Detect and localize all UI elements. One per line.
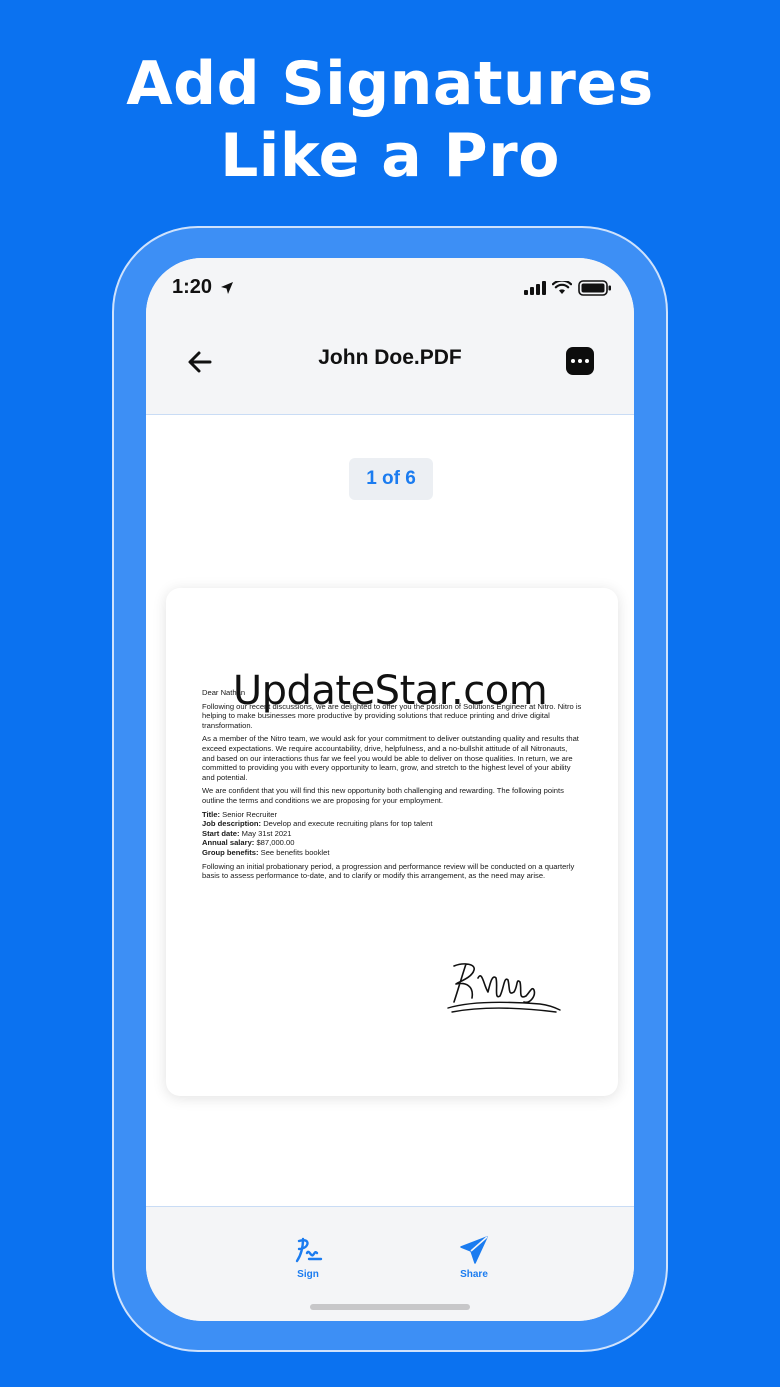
headline: Add Signatures Like a Pro — [0, 48, 780, 192]
headline-line-2: Like a Pro — [220, 121, 560, 191]
term-row: Title: Senior Recruiter — [202, 809, 277, 819]
share-tab-label: Share — [460, 1269, 488, 1280]
battery-icon — [578, 280, 611, 296]
letter-paragraph-2: As a member of the Nitro team, we would … — [202, 734, 579, 782]
share-icon — [460, 1236, 488, 1264]
letter-greeting: Dear Nathan — [202, 688, 246, 697]
letter-paragraph-1: Following our recent discussions, we are… — [202, 701, 582, 730]
letter-content: Dear Nathan Following our recent discuss… — [202, 688, 582, 885]
status-time: 1:20 — [172, 276, 234, 299]
sign-tab-label: Sign — [297, 1269, 319, 1280]
sign-icon — [295, 1237, 323, 1263]
sign-tab[interactable]: Sign — [268, 1235, 348, 1280]
term-row: Start date: May 31st 2021 — [202, 828, 292, 838]
term-row: Group benefits: See benefits booklet — [202, 847, 330, 857]
wifi-icon — [552, 281, 572, 294]
more-button[interactable] — [566, 347, 594, 375]
share-tab[interactable]: Share — [434, 1235, 514, 1280]
letter-paragraph-3: We are confident that you will find this… — [202, 786, 564, 805]
letter-terms: Title: Senior Recruiter Job description:… — [202, 810, 582, 858]
phone-screen: 1:20 John Doe.PDF 1 of 6 Dear Nathan Fol… — [146, 258, 634, 1321]
status-icons — [524, 280, 612, 296]
headline-line-1: Add Signatures — [126, 49, 654, 119]
page-indicator: 1 of 6 — [349, 458, 433, 500]
term-row: Job description: Develop and execute rec… — [202, 819, 433, 829]
location-arrow-icon — [221, 281, 234, 294]
letter-paragraph-4: Following an initial probationary period… — [202, 861, 575, 881]
document-page[interactable]: Dear Nathan Following our recent discuss… — [166, 588, 618, 1096]
document-title: John Doe.PDF — [318, 346, 462, 369]
home-indicator — [310, 1304, 470, 1310]
status-time-label: 1:20 — [172, 276, 213, 298]
signal-icon — [524, 281, 546, 295]
top-bar: 1:20 John Doe.PDF — [146, 258, 634, 415]
more-icon — [571, 359, 575, 363]
term-row: Annual salary: $87,000.00 — [202, 838, 295, 848]
handwritten-signature[interactable] — [444, 956, 564, 1018]
